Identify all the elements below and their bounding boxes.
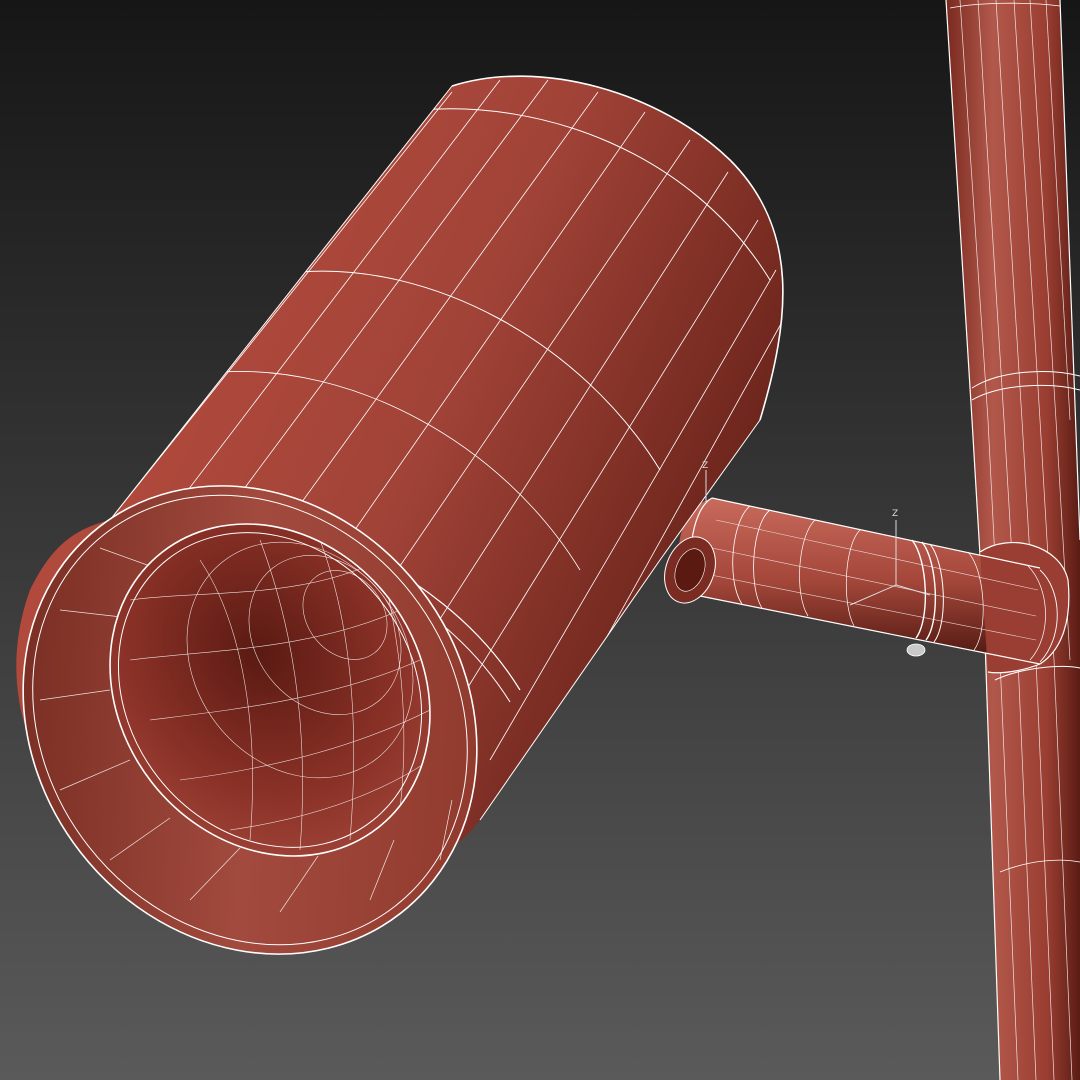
3d-viewport[interactable]: Z Z <box>0 0 1080 1080</box>
viewport-canvas[interactable]: Z Z <box>0 0 1080 1080</box>
gizmo-z-label: Z <box>892 509 898 519</box>
gizmo-z-label: Z <box>702 461 708 471</box>
